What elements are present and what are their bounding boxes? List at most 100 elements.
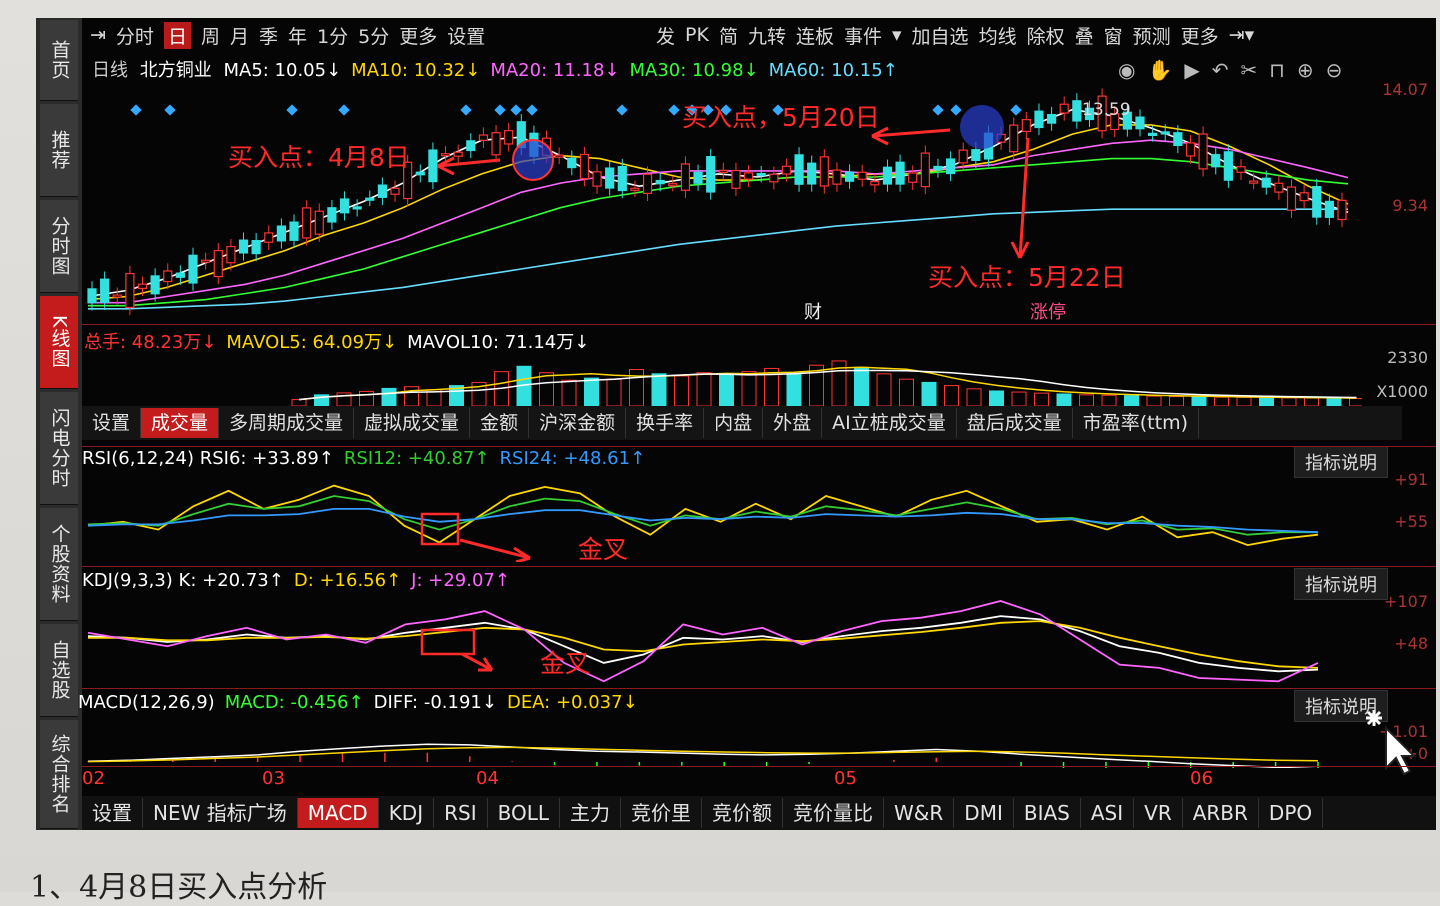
nav-recommend[interactable]: 推荐 <box>40 104 78 197</box>
tab-timeshare[interactable]: 分时 <box>116 22 154 49</box>
indicator-tab-7[interactable]: 竞价里 <box>621 798 703 828</box>
btn-ma[interactable]: 均线 <box>979 22 1017 49</box>
candle-body <box>655 179 665 185</box>
volume-bar <box>719 374 734 406</box>
tab-more[interactable]: 更多 <box>399 22 437 49</box>
tab-monthly[interactable]: 月 <box>230 22 249 49</box>
volume-tab-11[interactable]: 市盈率(ttm) <box>1073 408 1199 438</box>
candle-body <box>453 151 463 157</box>
volume-tab-3[interactable]: 虚拟成交量 <box>354 408 471 438</box>
tab-quarterly[interactable]: 季 <box>259 22 278 49</box>
candle-body <box>491 132 501 156</box>
indicator-tabs: 设置 NEW 指标广场 MACD KDJ RSI BOLL 主力 竞价里 竞价额 竞价量比 W&R D… <box>82 796 1436 830</box>
tab-yearly[interactable]: 年 <box>288 22 307 49</box>
signal-diamond <box>338 104 350 116</box>
candle-body <box>213 250 223 278</box>
tab-daily[interactable]: 日 <box>163 21 191 49</box>
candle-body <box>264 232 274 243</box>
dropdown-arrow-icon[interactable]: ▾ <box>892 24 902 46</box>
tab-5min[interactable]: 5分 <box>358 22 389 49</box>
article-caption: 1、4月8日买入点分析 <box>30 870 328 905</box>
volume-tab-8[interactable]: 外盘 <box>763 408 823 438</box>
volume-tab-1[interactable]: 成交量 <box>141 408 220 438</box>
volume-tab-4[interactable]: 金额 <box>470 408 530 438</box>
volume-tab-6[interactable]: 换手率 <box>626 408 705 438</box>
macd-value-1: MACD: -0.456↑ <box>224 692 364 713</box>
volume-bar <box>854 366 869 406</box>
rsi-value-0: RSI(6,12,24) RSI6: +33.89↑ <box>82 448 334 469</box>
toolbar-pin-icon[interactable]: ⇥ <box>90 24 106 46</box>
indicator-tab-5[interactable]: BOLL <box>488 798 561 828</box>
btn-overlay[interactable]: 叠 <box>1075 22 1094 49</box>
indicator-tab-4[interactable]: RSI <box>434 798 488 828</box>
month-label-05: 05 <box>834 768 857 789</box>
nav-watchlist[interactable]: 自选股 <box>40 624 78 717</box>
btn-simple[interactable]: 简 <box>719 22 738 49</box>
expand-icon[interactable]: ⇥▾ <box>1229 24 1254 46</box>
indicator-tab-11[interactable]: DMI <box>954 798 1014 828</box>
event-marker-earnings: 财 <box>804 302 822 323</box>
nav-flash[interactable]: 闪电分时 <box>40 392 78 505</box>
signal-diamond <box>510 104 522 116</box>
candle-body <box>706 156 716 193</box>
volume-bar <box>899 378 914 406</box>
rsi-golden-cross-arrow <box>459 538 531 562</box>
nav-ranking[interactable]: 综合排名 <box>40 720 78 829</box>
indicator-tab-10[interactable]: W&R <box>884 798 955 828</box>
candle-body <box>933 165 943 171</box>
candle-body <box>137 283 148 289</box>
btn-add-watch[interactable]: 加自选 <box>912 22 969 49</box>
btn-predict[interactable]: 预测 <box>1133 22 1171 49</box>
candle-body <box>668 183 678 187</box>
candle-body <box>188 254 198 284</box>
btn-more-right[interactable]: 更多 <box>1181 22 1219 49</box>
volume-tab-10[interactable]: 盘后成交量 <box>957 408 1073 438</box>
volume-chart <box>291 360 1362 406</box>
indicator-tab-3[interactable]: KDJ <box>379 798 435 828</box>
rsi-golden-cross-label: 金叉 <box>578 535 629 564</box>
tab-weekly[interactable]: 周 <box>201 22 220 49</box>
indicator-tab-9[interactable]: 竞价量比 <box>783 798 885 828</box>
btn-pk[interactable]: PK <box>685 24 709 46</box>
panel-separator <box>82 446 1436 447</box>
indicator-tab-0[interactable]: 设置 <box>82 798 143 828</box>
kdj-golden-cross-arrow <box>461 652 494 672</box>
macd-chart <box>87 743 1319 768</box>
btn-exright[interactable]: 除权 <box>1027 22 1065 49</box>
indicator-tab-8[interactable]: 竞价额 <box>702 798 784 828</box>
indicator-tab-6[interactable]: 主力 <box>560 798 622 828</box>
volume-tab-2[interactable]: 多周期成交量 <box>219 408 355 438</box>
indicator-tab-16[interactable]: DPO <box>1259 798 1324 828</box>
candle-body <box>251 240 261 255</box>
tab-1min[interactable]: 1分 <box>317 22 348 49</box>
tab-settings[interactable]: 设置 <box>447 22 485 49</box>
btn-post[interactable]: 发 <box>656 22 675 49</box>
volume-tab-0[interactable]: 设置 <box>82 408 142 438</box>
nav-profile[interactable]: 个股资料 <box>40 508 78 621</box>
volume-tab-5[interactable]: 沪深金额 <box>529 408 627 438</box>
left-nav: 首页 推荐 分时图 K线图 闪电分时 个股资料 自选股 综合排名 <box>36 18 82 830</box>
nav-kline[interactable]: K线图 <box>40 296 78 389</box>
btn-events[interactable]: 事件 <box>844 22 882 49</box>
panel-separator <box>82 566 1436 567</box>
indicator-tab-12[interactable]: BIAS <box>1014 798 1081 828</box>
indicator-tab-15[interactable]: ARBR <box>1183 798 1259 828</box>
indicator-tab-2[interactable]: MACD <box>297 798 379 828</box>
indicator-tab-13[interactable]: ASI <box>1081 798 1135 828</box>
candle-body <box>276 225 286 242</box>
btn-window[interactable]: 窗 <box>1104 22 1123 49</box>
indicator-tab-14[interactable]: VR <box>1134 798 1183 828</box>
event-marker-limitup: 涨停 <box>1030 302 1066 323</box>
candle-body <box>731 169 741 189</box>
candle-body <box>314 210 324 235</box>
btn-lianban[interactable]: 连板 <box>796 22 834 49</box>
volume-bar <box>1349 397 1362 406</box>
candle-body <box>567 157 577 169</box>
volume-tab-7[interactable]: 内盘 <box>704 408 764 438</box>
candle-body <box>1072 100 1082 122</box>
btn-jiuzhuan[interactable]: 九转 <box>748 22 786 49</box>
indicator-tab-1[interactable]: NEW 指标广场 <box>143 798 298 828</box>
volume-tab-9[interactable]: AI立桩成交量 <box>822 408 957 438</box>
nav-home[interactable]: 首页 <box>40 20 78 101</box>
nav-timeshare[interactable]: 分时图 <box>40 200 78 293</box>
